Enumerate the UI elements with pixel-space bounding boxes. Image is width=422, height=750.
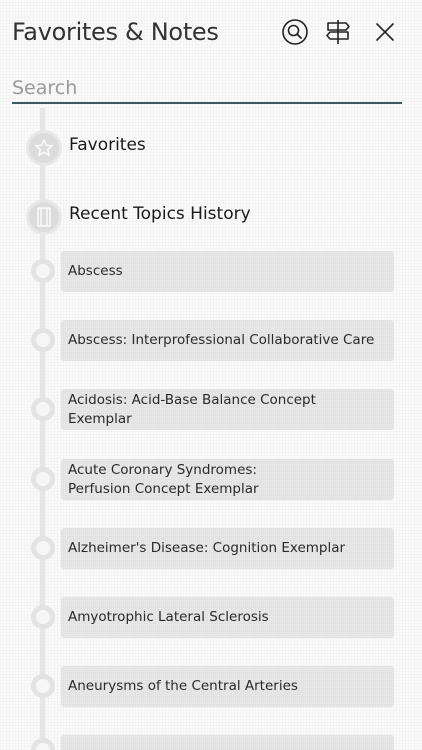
topic-label: Acidosis: Acid-Base Balance Concept Exem… [68, 391, 316, 427]
favorites-label: Favorites [69, 135, 146, 155]
recent-topics-label: Recent Topics History [69, 204, 251, 224]
search-icon [282, 19, 308, 45]
topic-label: Abscess: Interprofessional Collaborative… [68, 332, 375, 348]
topic-item[interactable]: Acidosis: Acid-Base Balance Concept Exem… [61, 389, 394, 430]
signpost-icon [326, 20, 350, 44]
close-button[interactable] [370, 17, 400, 47]
topic-node [31, 674, 55, 698]
topic-item[interactable]: Alzheimer's Disease: Cognition Exemplar [61, 528, 394, 569]
favorites-section[interactable]: Favorites [26, 130, 406, 170]
header: Favorites & Notes [0, 0, 422, 70]
topic-item[interactable]: Abscess: Interprofessional Collaborative… [61, 320, 394, 361]
topic-label: Abscess [68, 263, 123, 279]
favorites-node [26, 130, 62, 166]
topic-node [31, 397, 55, 421]
topic-node [31, 536, 55, 560]
topic-label: Amyotrophic Lateral Sclerosis [68, 609, 269, 625]
star-icon [35, 139, 53, 157]
topic-item-partial[interactable] [61, 735, 394, 750]
topic-item[interactable]: Abscess [61, 251, 394, 292]
recent-topics-node [26, 199, 62, 235]
close-icon [376, 23, 394, 41]
page-title: Favorites & Notes [12, 18, 219, 46]
topic-label: Alzheimer's Disease: Cognition Exemplar [68, 540, 346, 556]
topic-label: Aneurysms of the Central Arteries [68, 678, 298, 694]
topic-item[interactable]: Amyotrophic Lateral Sclerosis [61, 597, 394, 638]
search-field [12, 74, 402, 104]
search-button[interactable] [280, 17, 310, 47]
search-input[interactable] [12, 74, 402, 102]
topic-item[interactable]: Acute Coronary Syndromes: Perfusion Conc… [61, 459, 394, 500]
topic-node [31, 467, 55, 491]
topic-node [31, 738, 55, 750]
topic-node [31, 328, 55, 352]
topic-node [31, 259, 55, 283]
recent-topics-section[interactable]: Recent Topics History [26, 199, 406, 239]
book-icon [37, 207, 51, 227]
signpost-button[interactable] [323, 17, 353, 47]
topic-label: Acute Coronary Syndromes: Perfusion Conc… [68, 461, 259, 497]
topic-item[interactable]: Aneurysms of the Central Arteries [61, 666, 394, 707]
topic-node [31, 605, 55, 629]
